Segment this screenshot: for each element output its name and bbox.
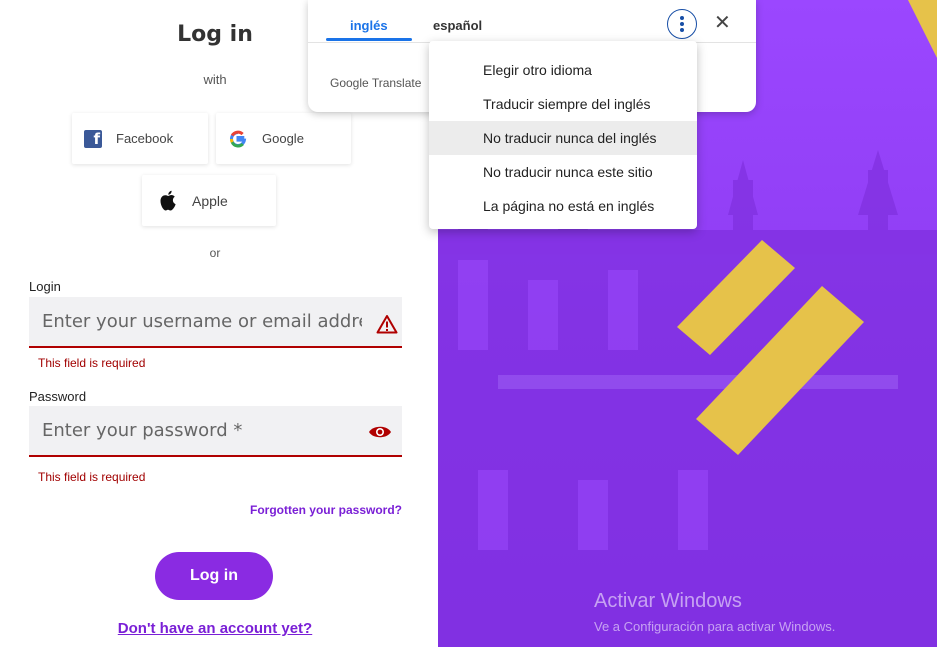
close-icon[interactable]: ✕	[714, 13, 731, 33]
or-divider: or	[209, 246, 221, 260]
warning-icon	[376, 314, 398, 339]
apple-login-button[interactable]: Apple	[142, 175, 276, 226]
menu-item-never-translate-site[interactable]: No traducir nunca este sitio	[429, 155, 697, 189]
password-input[interactable]	[42, 420, 362, 441]
google-login-button[interactable]: Google	[216, 113, 351, 164]
menu-item-choose-language[interactable]: Elegir otro idioma	[429, 53, 697, 87]
google-translate-logo: Google Translate	[330, 76, 422, 90]
login-label: Login	[29, 279, 61, 294]
facebook-icon: f	[84, 129, 102, 148]
login-submit-button[interactable]: Log in	[155, 552, 273, 600]
menu-item-never-translate-language[interactable]: No traducir nunca del inglés	[429, 121, 697, 155]
facebook-login-button[interactable]: f Facebook	[72, 113, 208, 164]
show-password-icon[interactable]	[368, 424, 392, 445]
translate-options-menu: Elegir otro idioma Traducir siempre del …	[429, 41, 697, 229]
menu-item-always-translate[interactable]: Traducir siempre del inglés	[429, 87, 697, 121]
login-input[interactable]	[42, 311, 362, 332]
forgot-password-link[interactable]: Forgotten your password?	[250, 503, 402, 517]
menu-item-not-english[interactable]: La página no está en inglés	[429, 189, 697, 223]
password-label: Password	[29, 389, 87, 404]
google-label: Google	[262, 131, 304, 146]
password-error: This field is required	[38, 470, 146, 484]
password-field	[29, 406, 402, 457]
windows-activation-subtitle: Ve a Configuración para activar Windows.	[594, 619, 836, 634]
active-tab-indicator	[326, 38, 412, 41]
windows-activation-title: Activar Windows	[594, 590, 742, 612]
tab-target-language[interactable]: español	[433, 18, 482, 33]
signup-link[interactable]: Don't have an account yet?	[0, 620, 430, 637]
login-error: This field is required	[38, 356, 146, 370]
tab-source-language[interactable]: inglés	[350, 18, 388, 33]
more-options-icon[interactable]	[667, 9, 697, 39]
apple-label: Apple	[192, 192, 228, 209]
apple-icon	[158, 190, 178, 212]
google-icon	[228, 129, 248, 149]
facebook-label: Facebook	[116, 131, 174, 146]
login-field	[29, 297, 402, 348]
